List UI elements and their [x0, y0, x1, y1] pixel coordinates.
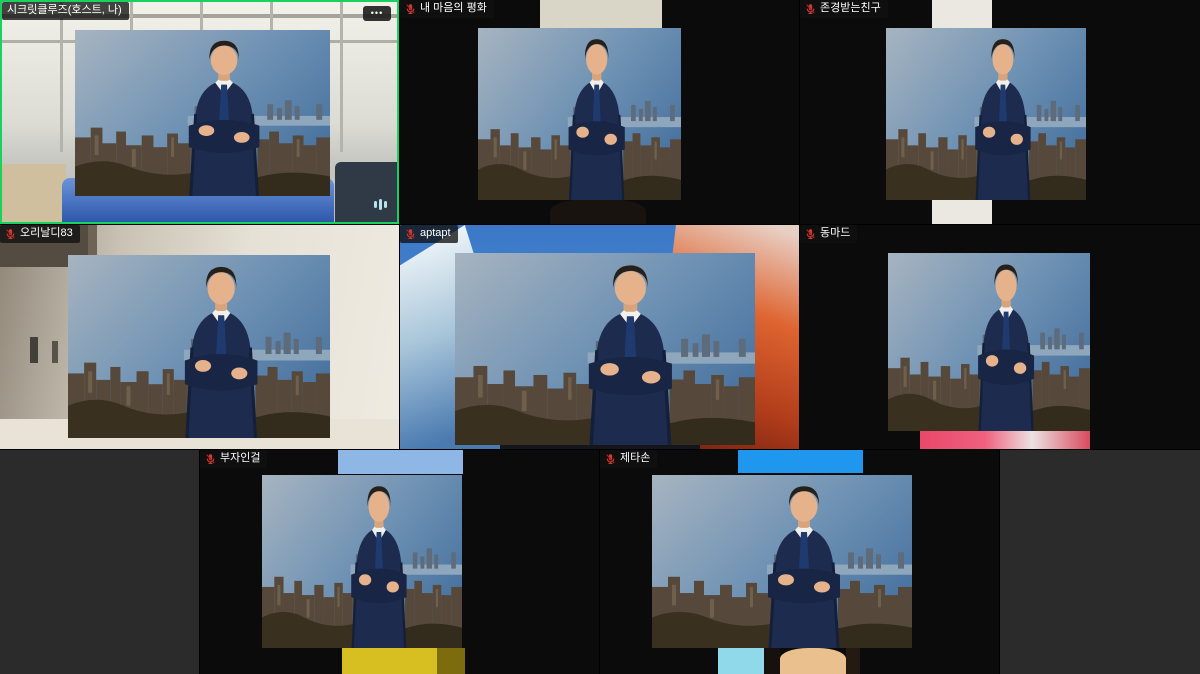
bg-shape [335, 162, 397, 222]
bg-shape [738, 450, 863, 473]
participant-name: 오리날디83 [20, 227, 73, 239]
participant-video [68, 255, 330, 438]
bg-shape [2, 164, 66, 222]
participant-name: aptapt [420, 227, 451, 239]
bg-shape [342, 648, 437, 674]
participant-video [75, 30, 330, 196]
muted-mic-icon [406, 3, 415, 14]
bg-shape [718, 648, 764, 674]
muted-mic-icon [406, 228, 415, 239]
bg-shape [338, 450, 463, 474]
participant-tile[interactable]: 제타손 [600, 450, 999, 674]
audio-level-icon [374, 198, 387, 210]
empty-gallery-strip [1000, 450, 1200, 674]
muted-mic-icon [6, 228, 15, 239]
participant-tile[interactable]: 오리날디83 [0, 225, 399, 449]
participant-name-tag: 존경받는친구 [800, 0, 888, 18]
participant-name-tag: 내 마음의 평화 [400, 0, 494, 18]
muted-mic-icon [806, 3, 815, 14]
participant-video [478, 28, 681, 200]
bg-shape [550, 198, 646, 224]
participant-tile[interactable]: 존경받는친구 [800, 0, 1200, 224]
meeting-gallery: 시크릿클루즈(호스트, 나) ••• 내 마음의 평화 존경받는친구 오리날디8… [0, 0, 1200, 674]
participant-name: 제타손 [620, 452, 651, 464]
participant-name-tag: 부자인걸 [200, 450, 268, 468]
participant-name: 존경받는친구 [820, 2, 881, 14]
bg-shape [846, 648, 860, 674]
participant-name: 동마드 [820, 227, 851, 239]
bg-shape [30, 337, 38, 363]
participant-name-tag: 오리날디83 [0, 225, 80, 243]
muted-mic-icon [606, 453, 615, 464]
more-options-button[interactable]: ••• [363, 6, 391, 21]
bg-shape [540, 0, 662, 30]
participant-video [888, 253, 1090, 431]
participant-video [262, 475, 462, 648]
empty-gallery-strip [0, 450, 199, 674]
participant-name: 시크릿클루즈(호스트, 나) [7, 4, 122, 16]
muted-mic-icon [206, 453, 215, 464]
participant-tile[interactable]: 내 마음의 평화 [400, 0, 799, 224]
participant-name: 부자인걸 [220, 452, 261, 464]
participant-name-tag: 시크릿클루즈(호스트, 나) [2, 2, 129, 20]
participant-tile[interactable]: aptapt [400, 225, 799, 449]
muted-mic-icon [806, 228, 815, 239]
bg-shape [437, 648, 465, 674]
participant-name-tag: 제타손 [600, 450, 658, 468]
participant-video [455, 253, 755, 445]
bg-shape [764, 648, 780, 674]
participant-name-tag: aptapt [400, 225, 458, 243]
bg-shape [340, 2, 343, 152]
participant-video [652, 475, 912, 648]
participant-name: 내 마음의 평화 [420, 2, 487, 14]
participant-video [886, 28, 1086, 200]
participant-name-tag: 동마드 [800, 225, 858, 243]
bg-shape [780, 648, 846, 674]
participant-tile[interactable]: 동마드 [800, 225, 1200, 449]
bg-shape [60, 2, 63, 152]
participant-tile[interactable]: 부자인걸 [200, 450, 599, 674]
participant-tile-host[interactable]: 시크릿클루즈(호스트, 나) ••• [0, 0, 399, 224]
bg-shape [52, 341, 58, 363]
